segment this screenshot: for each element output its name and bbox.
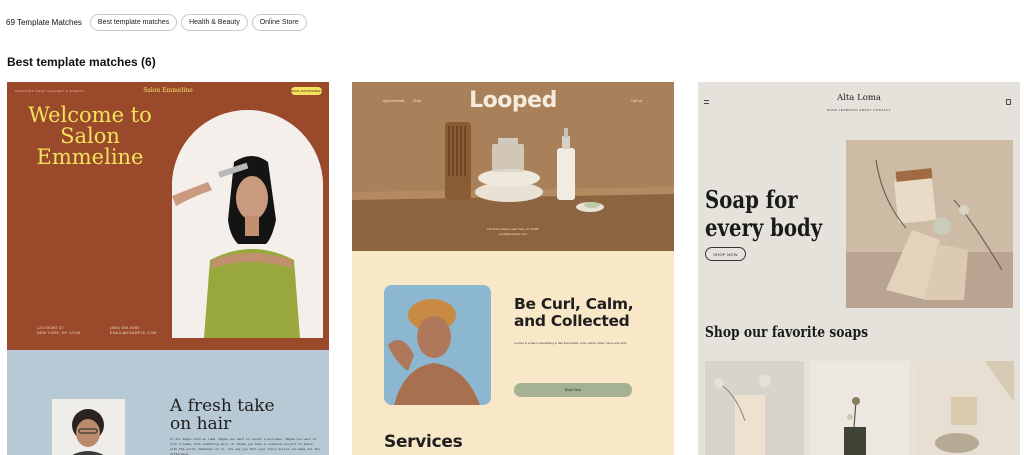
stylist-photo — [52, 399, 125, 455]
book-appointment-button: BOOK APPOINTMENT — [291, 87, 323, 95]
section-headline: Shop our favorite soaps — [705, 323, 869, 341]
template-card-looped[interactable]: Appointments Shop Looped Call Us 123 Dem… — [352, 82, 674, 455]
template-nav: SERVICES SHOP GALLERY & EVENTS Salon Emm… — [7, 87, 329, 97]
intro-section: Be Curl, Calm, and Collected Looped is a… — [352, 251, 674, 455]
section-title: Best template matches (6) — [7, 55, 156, 69]
woman-portrait-illustration — [172, 110, 323, 338]
product-tile — [810, 361, 909, 455]
filter-chip-health-beauty[interactable]: Health & Beauty — [181, 13, 248, 31]
intro-body: It all began with an idea. Maybe you wan… — [170, 437, 320, 455]
address-line: NEW YORK, NY 12345 — [37, 331, 81, 335]
hero-photo — [846, 140, 1013, 308]
nav-link-call-us: Call Us — [631, 99, 643, 103]
filter-chip-best-matches[interactable]: Best template matches — [89, 13, 178, 31]
template-card-salon-emmeline[interactable]: SERVICES SHOP GALLERY & EVENTS Salon Emm… — [7, 82, 329, 455]
hero-photo — [172, 110, 323, 338]
soap-product-illustration — [705, 361, 804, 455]
contact-block: (555) 555-5555 EMAIL@EXAMPLE.COM — [110, 326, 157, 336]
hero-section: Appointments Shop Looped Call Us 123 Dem… — [352, 82, 674, 251]
soap-product-illustration — [915, 361, 1014, 455]
address-line: email@example.com — [498, 232, 528, 236]
address-block: 123 Demo Street, New York, NY 12345 emai… — [352, 227, 674, 237]
intro-headline: A fresh take on hair — [170, 396, 275, 434]
hero-section: SERVICES SHOP GALLERY & EVENTS Salon Emm… — [7, 82, 329, 350]
filter-bar: 69 Template Matches Best template matche… — [6, 12, 307, 32]
product-tile — [915, 361, 1014, 455]
intro-headline: Be Curl, Calm, and Collected — [514, 295, 634, 330]
brand-logo: Looped — [469, 88, 557, 113]
soap-product-illustration — [810, 361, 909, 455]
book-now-button: Book Now — [514, 383, 632, 397]
hero-headline: Soap for every body — [705, 185, 823, 242]
address-block: 123 DEMO ST NEW YORK, NY 12345 — [37, 326, 81, 336]
intro-text: Looped is a salon specializing in hair t… — [514, 341, 628, 345]
cart-icon — [1006, 99, 1011, 105]
services-heading: Services — [384, 432, 463, 452]
result-count: 69 Template Matches — [6, 17, 82, 27]
template-card-alta-loma[interactable]: Alta Loma SHOP LEARNING ABOUT CONTACT So… — [698, 82, 1020, 455]
shop-now-button: SHOP NOW — [705, 247, 746, 261]
intro-section: A fresh take on hair It all began with a… — [7, 350, 329, 455]
contact-line: EMAIL@EXAMPLE.COM — [110, 331, 157, 335]
brand-name: Alta Loma — [837, 93, 881, 103]
hero-headline: Welcome to Salon Emmeline — [28, 103, 152, 169]
soap-still-life-illustration — [846, 140, 1013, 308]
man-portrait-illustration — [52, 399, 125, 455]
filter-chip-online-store[interactable]: Online Store — [251, 13, 307, 31]
model-photo — [384, 285, 491, 405]
curly-hair-portrait-illustration — [384, 285, 491, 405]
nav-links: SHOP LEARNING ABOUT CONTACT — [826, 108, 892, 112]
brand-name: Salon Emmeline — [143, 87, 193, 94]
product-tile — [705, 361, 804, 455]
